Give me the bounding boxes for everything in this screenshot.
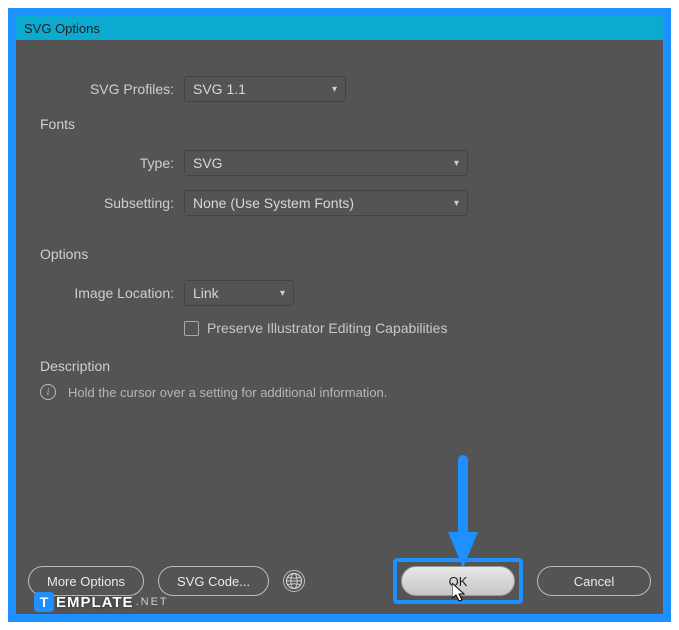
subsetting-label: Subsetting:	[36, 195, 184, 211]
svg-profiles-select[interactable]: SVG 1.1 ▾	[184, 76, 346, 102]
subsetting-value: None (Use System Fonts)	[193, 195, 354, 211]
dialog-title: SVG Options	[24, 21, 100, 36]
description-section-heading: Description	[40, 358, 643, 374]
svg-profiles-value: SVG 1.1	[193, 81, 246, 97]
svg-profiles-label: SVG Profiles:	[36, 81, 184, 97]
watermark-text: EMPLATE	[56, 594, 134, 611]
image-location-value: Link	[193, 285, 219, 301]
svg-profiles-row: SVG Profiles: SVG 1.1 ▾	[36, 76, 643, 102]
fonts-section-heading: Fonts	[40, 116, 643, 132]
image-location-select[interactable]: Link ▾	[184, 280, 294, 306]
cursor-icon	[452, 583, 468, 608]
svg-options-dialog: SVG Options SVG Profiles: SVG 1.1 ▾ Font…	[8, 8, 671, 622]
cancel-button[interactable]: Cancel	[537, 566, 651, 596]
arrow-annotation	[448, 460, 478, 568]
dialog-body: SVG Profiles: SVG 1.1 ▾ Fonts Type: SVG …	[16, 40, 663, 614]
description-hint: Hold the cursor over a setting for addit…	[68, 385, 387, 400]
subsetting-row: Subsetting: None (Use System Fonts) ▾	[36, 190, 643, 216]
preserve-capabilities-label: Preserve Illustrator Editing Capabilitie…	[207, 320, 447, 336]
chevron-down-icon: ▾	[454, 198, 459, 209]
chevron-down-icon: ▾	[332, 84, 337, 95]
preserve-capabilities-row: Preserve Illustrator Editing Capabilitie…	[184, 320, 643, 336]
svg-code-button[interactable]: SVG Code...	[158, 566, 269, 596]
font-type-select[interactable]: SVG ▾	[184, 150, 468, 176]
globe-icon[interactable]	[283, 570, 305, 592]
description-hint-row: i Hold the cursor over a setting for add…	[40, 384, 643, 400]
image-location-row: Image Location: Link ▾	[36, 280, 643, 306]
options-section-heading: Options	[40, 246, 643, 262]
watermark: T EMPLATE .NET	[34, 592, 169, 612]
watermark-badge: T	[34, 592, 54, 612]
font-type-value: SVG	[193, 155, 223, 171]
preserve-capabilities-checkbox[interactable]	[184, 321, 199, 336]
watermark-suffix: .NET	[136, 596, 169, 608]
font-type-row: Type: SVG ▾	[36, 150, 643, 176]
chevron-down-icon: ▾	[454, 158, 459, 169]
chevron-down-icon: ▾	[280, 288, 285, 299]
info-icon: i	[40, 384, 56, 400]
font-type-label: Type:	[36, 155, 184, 171]
image-location-label: Image Location:	[36, 285, 184, 301]
titlebar: SVG Options	[16, 16, 663, 40]
subsetting-select[interactable]: None (Use System Fonts) ▾	[184, 190, 468, 216]
